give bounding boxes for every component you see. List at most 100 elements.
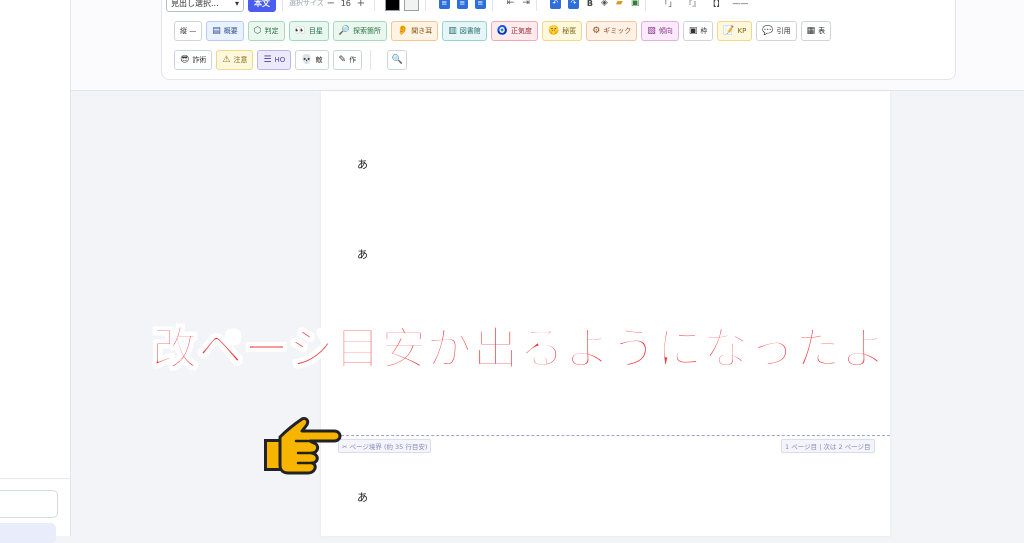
toolbar-row-format: 見出し選択... ▾ 本文 選択サイズ − 16 + ≡ ≡ ≡ ⇤ ⇥ ↶ ↷… (166, 0, 748, 13)
font-size-decrease-button[interactable]: − (324, 0, 338, 9)
font-size-increase-button[interactable]: + (354, 0, 368, 9)
sunglasses-icon: 😎 (180, 54, 190, 65)
shush-icon: 🤫 (548, 25, 560, 36)
redo-icon[interactable]: ↷ (567, 0, 579, 9)
ruby-icon[interactable]: ◈ (601, 0, 608, 8)
heading-select[interactable]: 見出し選択... ▾ (166, 0, 244, 12)
toolbar-separator (282, 0, 283, 11)
image-icon[interactable]: ▣ (631, 0, 640, 8)
toolbar-separator (370, 50, 372, 70)
document-line[interactable]: あ (357, 156, 368, 172)
toolbar-separator (491, 0, 493, 11)
ho-button[interactable]: ☰ HO (257, 50, 292, 70)
tag-label: ギミック (603, 27, 632, 35)
library-button[interactable]: ▥ 図書館 (442, 21, 487, 41)
tag-label: 傾向 (658, 27, 673, 35)
sanity-button[interactable]: 🧿 正気度 (490, 21, 538, 41)
gimmick-button[interactable]: ⚙ ギミック (586, 21, 638, 41)
doc-icon: ▤ (212, 25, 221, 36)
toolbar-row-blocks: 縦 — ▤ 概要 ⬡ 判定 👀 目星 🔎 探索箇所 👂 聞き耳 ▥ 図書館 🧿 … (174, 21, 832, 41)
deception-button[interactable]: 😎 詐術 (174, 50, 213, 70)
toolbar-separator (535, 0, 537, 11)
bracket-kagi-button[interactable]: 「」 (660, 0, 676, 9)
skull-icon: 💀 (301, 54, 313, 65)
font-size-value: 16 (340, 0, 351, 8)
toolbar-row-blocks-2: 😎 詐術 ⚠ 注意 ☰ HO 💀 敵 ✎ 作 🔍 (174, 50, 408, 70)
judgement-button[interactable]: ⬡ 判定 (247, 21, 285, 41)
list-icon: ☰ (263, 54, 272, 65)
caution-button[interactable]: ⚠ 注意 (216, 50, 254, 70)
horizontal-rule-button[interactable]: —— (732, 0, 748, 8)
sidebar-selected-item[interactable] (0, 523, 56, 543)
tendency-button[interactable]: ▧ 傾向 (641, 21, 679, 41)
align-center-icon[interactable]: ≡ (456, 0, 468, 9)
align-left-icon[interactable]: ≡ (438, 0, 450, 9)
indent-left-icon[interactable]: ⇤ (507, 0, 515, 8)
search-spot-button[interactable]: 🔎 探索箇所 (332, 21, 388, 41)
tag-label: HO (274, 56, 286, 64)
speech-icon: 💬 (762, 25, 774, 36)
listen-button[interactable]: 👂 聞き耳 (391, 21, 439, 41)
square-icon: ▣ (688, 25, 698, 36)
tag-label: 作 (349, 56, 357, 64)
toolbar-separator (645, 0, 647, 11)
document-line[interactable]: あ (357, 489, 368, 505)
chevron-down-icon: ▾ (234, 0, 239, 8)
tag-label: 秘匿 (562, 27, 577, 35)
tag-label: 図書館 (459, 27, 481, 35)
document-line[interactable]: あ (357, 246, 368, 262)
bracket-sumitsuki-button[interactable]: 【】 (708, 0, 724, 9)
summary-button[interactable]: ▤ 概要 (206, 21, 244, 41)
vertical-line-button[interactable]: 縦 — (174, 21, 203, 41)
tag-label: 表 (818, 27, 826, 35)
secret-button[interactable]: 🤫 秘匿 (542, 21, 583, 41)
shield-icon: 🧿 (496, 25, 508, 36)
magnifier-icon: 🔎 (338, 25, 351, 36)
tag-label: 探索箇所 (353, 27, 382, 35)
sidebar-input[interactable] (0, 490, 58, 518)
folder-icon[interactable]: ▰ (616, 0, 623, 8)
page-count-label: 1 ページ目 | 次は 2 ページ目 (781, 439, 875, 453)
font-size-label: 選択サイズ (289, 0, 324, 7)
enemy-button[interactable]: 💀 敵 (295, 50, 329, 70)
frame-icon: ▧ (647, 25, 656, 36)
tag-label: KP (737, 27, 747, 35)
table-button[interactable]: ▦ 表 (800, 21, 832, 41)
undo-icon[interactable]: ↶ (549, 0, 561, 9)
pointing-hand-icon (264, 417, 342, 475)
text-color-white-swatch[interactable] (403, 0, 419, 11)
body-text-button[interactable]: 本文 (248, 0, 276, 12)
author-button[interactable]: ✎ 作 (332, 50, 363, 70)
tag-label: 枠 (700, 27, 708, 35)
tag-label: 聞き耳 (411, 27, 433, 35)
heading-select-value: 見出し選択... (171, 0, 219, 8)
kp-button[interactable]: 📝 KP (717, 21, 753, 41)
align-right-icon[interactable]: ≡ (474, 0, 486, 9)
find-button[interactable]: 🔍 (387, 50, 408, 70)
quote-button[interactable]: 💬 引用 (756, 21, 797, 41)
memo-icon: 📝 (723, 25, 735, 36)
tag-label: 詐術 (192, 56, 207, 64)
text-color-black-swatch[interactable] (384, 0, 400, 11)
bold-button[interactable]: B (587, 0, 593, 8)
tag-label: 敵 (315, 56, 323, 64)
tag-label: 正気度 (511, 27, 532, 35)
eyes-icon: 👀 (294, 25, 306, 36)
toolbar-separator (424, 0, 426, 11)
cube-icon: ⬡ (253, 25, 262, 36)
ear-icon: 👂 (397, 25, 409, 36)
frame-button[interactable]: ▣ 枠 (682, 21, 714, 41)
tag-label: 注意 (233, 56, 248, 64)
pencil-icon: ✎ (338, 54, 347, 65)
gear-icon: ⚙ (592, 25, 601, 36)
spot-hidden-button[interactable]: 👀 目星 (288, 21, 329, 41)
page-break-line (321, 435, 890, 436)
bracket-nijukagi-button[interactable]: 『』 (684, 0, 700, 9)
tag-label: 目星 (308, 27, 323, 35)
tag-label: 概要 (223, 27, 238, 35)
overlay-caption: 改ページ目安が出るようになったよ (151, 321, 888, 376)
indent-right-icon[interactable]: ⇥ (522, 0, 530, 8)
search-icon: 🔍 (391, 54, 403, 65)
toolbar-separator (373, 0, 375, 11)
page-break-label: ✂ ページ境界 (約 35 行目安) (338, 439, 432, 453)
